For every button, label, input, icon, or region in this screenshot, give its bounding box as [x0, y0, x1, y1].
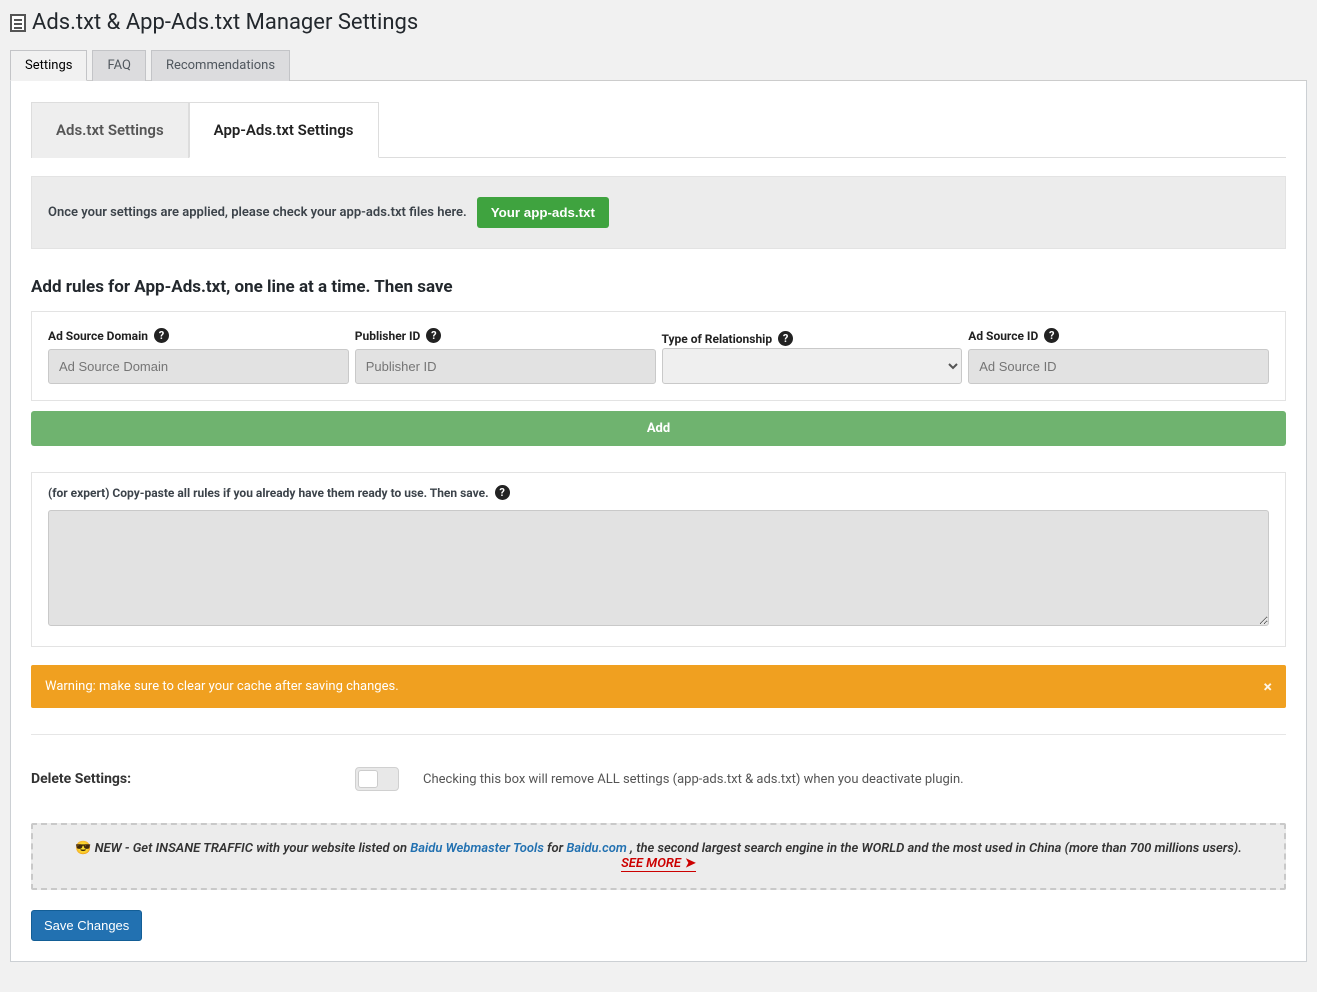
ad-source-id-input[interactable]: [968, 349, 1269, 384]
ad-source-domain-input[interactable]: [48, 349, 349, 384]
subtab-ads-txt[interactable]: Ads.txt Settings: [31, 102, 189, 158]
publisher-id-input[interactable]: [355, 349, 656, 384]
delete-settings-help: Checking this box will remove ALL settin…: [423, 772, 964, 787]
ad-source-id-label: Ad Source ID: [968, 329, 1038, 343]
arrow-right-icon: ➤: [685, 856, 696, 871]
promo-link-baidu[interactable]: Baidu.com: [566, 841, 626, 856]
primary-nav-tabs: Settings FAQ Recommendations: [10, 49, 1307, 81]
cache-warning-text: Warning: make sure to clear your cache a…: [45, 679, 399, 694]
promo-prefix: NEW - Get INSANE TRAFFIC with your websi…: [95, 841, 411, 856]
section-divider: [31, 734, 1286, 735]
expert-rules-textarea[interactable]: [48, 510, 1269, 626]
promo-mid1: for: [547, 841, 566, 856]
help-icon[interactable]: ?: [495, 485, 510, 500]
document-icon: [10, 14, 26, 32]
promo-link-baidu-tools[interactable]: Baidu Webmaster Tools: [410, 841, 544, 856]
page-title-text: Ads.txt & App-Ads.txt Manager Settings: [32, 10, 418, 35]
cache-warning-bar: Warning: make sure to clear your cache a…: [31, 665, 1286, 708]
add-rules-heading: Add rules for App-Ads.txt, one line at a…: [31, 277, 1286, 297]
check-files-text: Once your settings are applied, please c…: [48, 205, 467, 220]
tab-settings[interactable]: Settings: [10, 50, 87, 81]
save-changes-button[interactable]: Save Changes: [31, 910, 142, 941]
sub-tabs: Ads.txt Settings App-Ads.txt Settings: [31, 101, 1286, 158]
help-icon[interactable]: ?: [426, 328, 441, 343]
publisher-id-label: Publisher ID: [355, 329, 421, 343]
promo-suffix: , the second largest search engine in th…: [630, 841, 1242, 856]
sunglasses-emoji-icon: 😎: [75, 841, 91, 856]
ad-source-domain-label: Ad Source Domain: [48, 329, 148, 343]
delete-settings-label: Delete Settings:: [31, 771, 331, 787]
promo-banner: 😎 NEW - Get INSANE TRAFFIC with your web…: [31, 823, 1286, 890]
expert-rules-box: (for expert) Copy-paste all rules if you…: [31, 472, 1286, 647]
tab-recommendations[interactable]: Recommendations: [151, 50, 290, 81]
expert-label-text: (for expert) Copy-paste all rules if you…: [48, 486, 489, 500]
page-title: Ads.txt & App-Ads.txt Manager Settings: [10, 10, 1307, 35]
check-files-bar: Once your settings are applied, please c…: [31, 176, 1286, 249]
help-icon[interactable]: ?: [778, 331, 793, 346]
relationship-select[interactable]: [662, 348, 963, 384]
subtab-app-ads-txt[interactable]: App-Ads.txt Settings: [189, 102, 379, 158]
help-icon[interactable]: ?: [154, 328, 169, 343]
delete-settings-toggle[interactable]: [355, 767, 399, 791]
delete-settings-row: Delete Settings: Checking this box will …: [31, 761, 1286, 795]
promo-see-more-text: SEE MORE: [621, 856, 681, 871]
toggle-knob: [358, 770, 378, 788]
tab-faq[interactable]: FAQ: [92, 50, 145, 81]
help-icon[interactable]: ?: [1044, 328, 1059, 343]
promo-see-more-link[interactable]: SEE MORE ➤: [621, 856, 696, 872]
add-rule-button[interactable]: Add: [31, 411, 1286, 446]
your-app-ads-txt-button[interactable]: Your app-ads.txt: [477, 197, 609, 228]
rules-entry-box: Ad Source Domain ? Publisher ID ? Type o…: [31, 311, 1286, 401]
close-icon[interactable]: ×: [1264, 677, 1273, 696]
relationship-label: Type of Relationship: [662, 332, 773, 346]
